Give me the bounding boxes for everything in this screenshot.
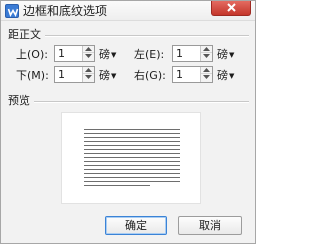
caret-down-icon: ▼ bbox=[229, 51, 235, 59]
left-margin-unit-dropdown[interactable]: 磅▼ bbox=[217, 48, 234, 62]
preview-text-line bbox=[84, 161, 180, 162]
preview-text-line bbox=[84, 141, 180, 142]
caret-down-icon: ▼ bbox=[111, 72, 117, 80]
top-margin-unit-dropdown[interactable]: 磅▼ bbox=[99, 48, 116, 62]
left-margin-unit-label: 磅 bbox=[217, 48, 228, 61]
ok-button[interactable]: 确定 bbox=[105, 216, 167, 235]
margins-section-divider bbox=[45, 35, 249, 37]
left-margin-label: 左(E): bbox=[134, 48, 165, 61]
bottom-margin-increment-button[interactable] bbox=[83, 67, 94, 74]
preview-text-line bbox=[84, 169, 180, 170]
top-margin-spinner[interactable]: 1 bbox=[54, 45, 95, 62]
title-bar[interactable]: 边框和底纹选项 bbox=[1, 1, 255, 21]
preview-text-line bbox=[84, 181, 180, 182]
preview-text-line bbox=[84, 149, 180, 150]
arrow-down-icon bbox=[203, 54, 210, 58]
bottom-margin-label: 下(M): bbox=[16, 69, 49, 82]
preview-section-divider bbox=[34, 101, 249, 103]
left-margin-increment-button[interactable] bbox=[201, 46, 212, 53]
left-margin-arrows bbox=[200, 46, 212, 61]
bottom-margin-spinner[interactable]: 1 bbox=[54, 66, 95, 83]
bottom-margin-unit-label: 磅 bbox=[99, 69, 110, 82]
left-margin-value[interactable]: 1 bbox=[176, 47, 183, 61]
preview-text-line bbox=[84, 133, 180, 134]
bottom-margin-value[interactable]: 1 bbox=[58, 68, 65, 82]
window-title: 边框和底纹选项 bbox=[23, 4, 108, 18]
close-button[interactable] bbox=[211, 1, 251, 16]
right-margin-unit-dropdown[interactable]: 磅▼ bbox=[217, 69, 234, 83]
preview-text-line bbox=[84, 153, 180, 154]
right-margin-arrows bbox=[200, 67, 212, 82]
top-margin-unit-label: 磅 bbox=[99, 48, 110, 61]
cancel-button[interactable]: 取消 bbox=[178, 216, 242, 235]
arrow-up-icon bbox=[85, 47, 92, 51]
arrow-down-icon bbox=[203, 75, 210, 79]
preview-text-line bbox=[84, 145, 180, 146]
preview-text-line bbox=[84, 165, 180, 166]
app-logo-icon bbox=[5, 4, 19, 18]
right-margin-value[interactable]: 1 bbox=[176, 68, 183, 82]
top-margin-increment-button[interactable] bbox=[83, 46, 94, 53]
preview-text-line bbox=[84, 173, 180, 174]
bottom-margin-decrement-button[interactable] bbox=[83, 74, 94, 81]
preview-text-line bbox=[84, 157, 180, 158]
margins-section-title: 距正文 bbox=[8, 28, 41, 41]
right-margin-unit-label: 磅 bbox=[217, 69, 228, 82]
top-margin-decrement-button[interactable] bbox=[83, 53, 94, 60]
arrow-up-icon bbox=[85, 68, 92, 72]
right-margin-decrement-button[interactable] bbox=[201, 74, 212, 81]
caret-down-icon: ▼ bbox=[229, 72, 235, 80]
preview-text-line bbox=[84, 185, 150, 186]
arrow-down-icon bbox=[85, 75, 92, 79]
left-margin-decrement-button[interactable] bbox=[201, 53, 212, 60]
arrow-down-icon bbox=[85, 54, 92, 58]
caret-down-icon: ▼ bbox=[111, 51, 117, 59]
preview-page bbox=[61, 112, 201, 204]
arrow-up-icon bbox=[203, 68, 210, 72]
left-margin-spinner[interactable]: 1 bbox=[172, 45, 213, 62]
bottom-margin-arrows bbox=[82, 67, 94, 82]
top-margin-label: 上(O): bbox=[16, 48, 48, 61]
preview-section-title: 预览 bbox=[8, 94, 30, 107]
right-margin-increment-button[interactable] bbox=[201, 67, 212, 74]
top-margin-arrows bbox=[82, 46, 94, 61]
borders-shading-options-dialog: 边框和底纹选项 距正文 上(O): 1 磅▼ 左(E): 1 磅▼ 下(M): … bbox=[0, 0, 256, 244]
preview-text-line bbox=[84, 177, 180, 178]
close-icon bbox=[227, 3, 236, 12]
preview-text-line bbox=[84, 137, 180, 138]
right-margin-spinner[interactable]: 1 bbox=[172, 66, 213, 83]
preview-text-line bbox=[84, 129, 180, 130]
right-margin-label: 右(G): bbox=[134, 69, 166, 82]
arrow-up-icon bbox=[203, 47, 210, 51]
bottom-margin-unit-dropdown[interactable]: 磅▼ bbox=[99, 69, 116, 83]
top-margin-value[interactable]: 1 bbox=[58, 47, 65, 61]
